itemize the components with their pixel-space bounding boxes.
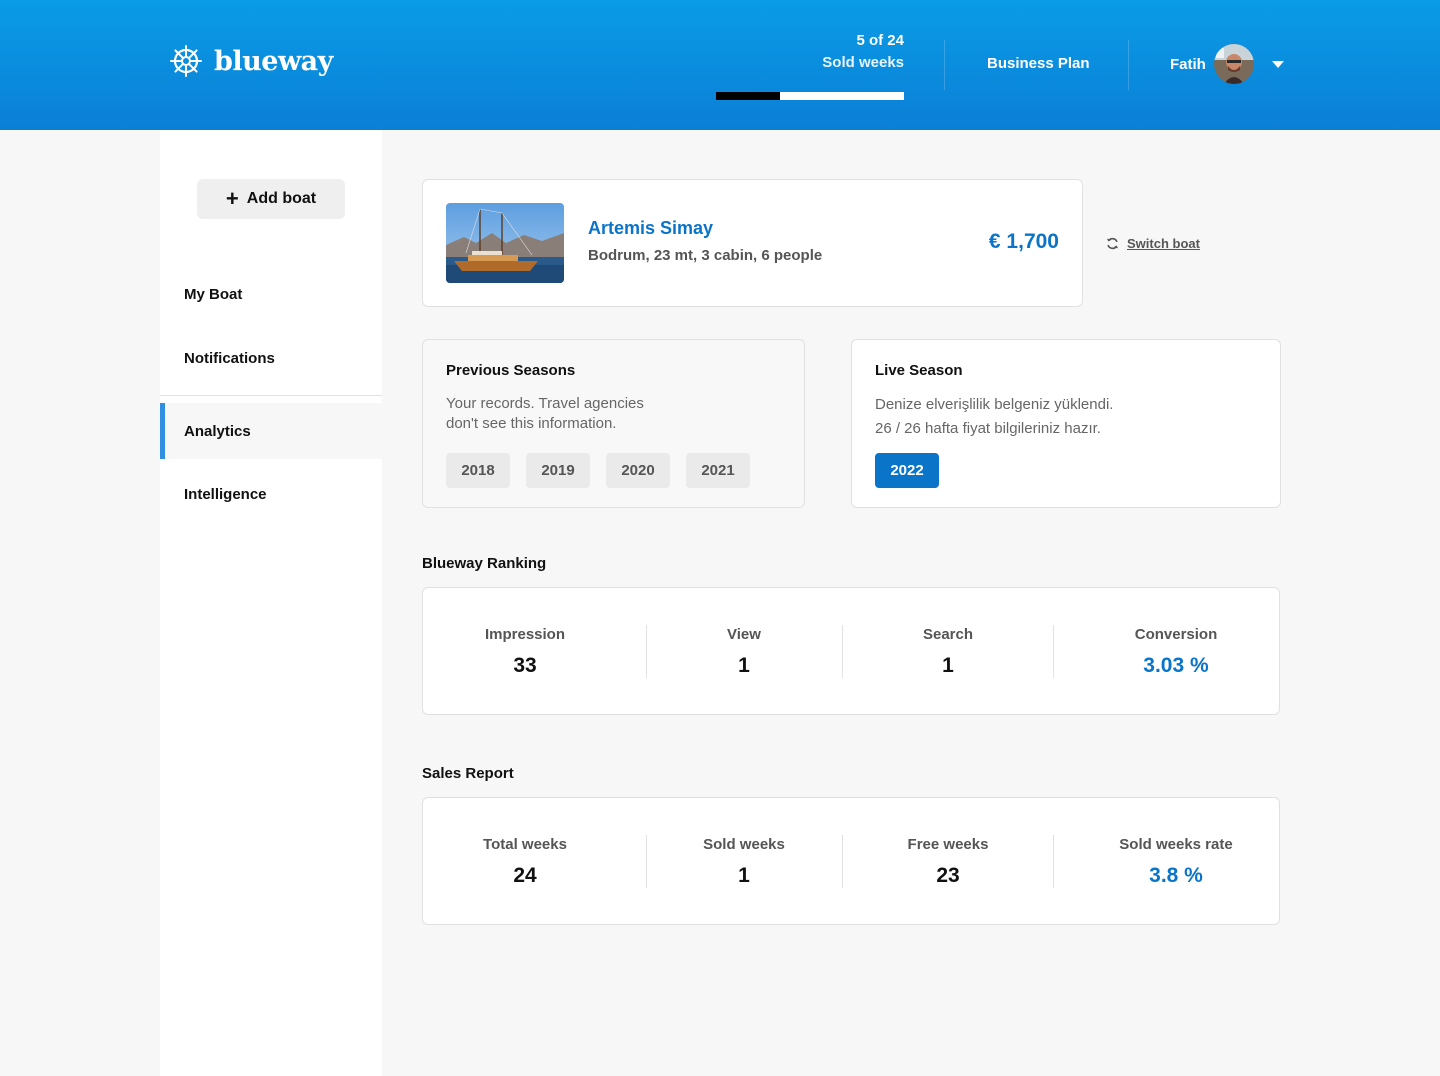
user-menu[interactable]: Fatih: [1170, 44, 1284, 84]
chevron-down-icon[interactable]: [1271, 60, 1284, 68]
header-divider: [944, 40, 945, 90]
sold-weeks-count: 5 of 24: [856, 32, 904, 49]
sidebar-item-label: Notifications: [184, 349, 275, 367]
stat-label: Total weeks: [483, 836, 567, 853]
header-divider: [1128, 40, 1129, 90]
ship-wheel-icon: [170, 45, 202, 77]
stat-value: 33: [513, 654, 537, 677]
previous-seasons-text: Your records. Travel agencies don't see …: [446, 394, 644, 434]
stat-impression: Impression 33: [423, 588, 627, 716]
top-header: blueway 5 of 24 Sold weeks Business Plan…: [0, 0, 1440, 130]
year-button-2018[interactable]: 2018: [446, 453, 510, 488]
sidebar: + Add boat My Boat Notifications Analyti…: [160, 130, 382, 1076]
sales-report-title: Sales Report: [422, 765, 514, 782]
stat-label: Impression: [484, 626, 566, 643]
stat-value: 1: [738, 654, 750, 677]
boat-photo: [446, 203, 564, 283]
previous-seasons-line2: don't see this information.: [446, 415, 617, 432]
plus-icon: +: [225, 186, 239, 211]
stat-sold-weeks: Sold weeks 1: [647, 798, 841, 926]
year-button-2021[interactable]: 2021: [686, 453, 750, 488]
live-season-line2: 26 / 26 hafta fiyat bilgileriniz hazır.: [875, 420, 1101, 437]
stat-label: Conversion: [1134, 626, 1218, 643]
stat-label: Sold weeks rate: [1119, 836, 1233, 853]
stat-total-weeks: Total weeks 24: [423, 798, 627, 926]
sidebar-item-label: Intelligence: [184, 485, 267, 503]
stat-value: 3.03 %: [1143, 654, 1209, 677]
stat-divider: [1053, 625, 1054, 678]
previous-seasons-title: Previous Seasons: [446, 362, 576, 379]
stat-value: 1: [738, 864, 750, 887]
sidebar-divider: [160, 395, 382, 396]
boat-name[interactable]: Artemis Simay: [588, 218, 713, 239]
sidebar-item-analytics[interactable]: Analytics: [160, 403, 382, 459]
sidebar-item-label: Analytics: [184, 422, 251, 440]
logo-text: blueway: [214, 45, 333, 77]
switch-boat-link[interactable]: Switch boat: [1106, 236, 1200, 251]
stat-label: Search: [922, 626, 974, 643]
stat-sold-weeks-rate: Sold weeks rate 3.8 %: [1067, 798, 1285, 926]
stat-label: Free weeks: [907, 836, 989, 853]
add-boat-button[interactable]: + Add boat: [197, 179, 345, 219]
stat-divider: [1053, 835, 1054, 888]
ranking-title: Blueway Ranking: [422, 555, 547, 572]
add-boat-label: Add boat: [246, 190, 317, 207]
live-season-title: Live Season: [875, 362, 963, 379]
previous-seasons-years: 2018 2019 2020 2021: [446, 453, 750, 488]
live-season-text: Denize elverişlilik belgeniz yüklendi. 2…: [875, 393, 1113, 441]
stat-value: 24: [513, 864, 537, 887]
stat-view: View 1: [647, 588, 841, 716]
previous-seasons-line1: Your records. Travel agencies: [446, 395, 644, 412]
stat-free-weeks: Free weeks 23: [843, 798, 1053, 926]
boat-card: Artemis Simay Bodrum, 23 mt, 3 cabin, 6 …: [422, 179, 1083, 307]
sidebar-item-my-boat[interactable]: My Boat: [160, 266, 382, 322]
ranking-card: Impression 33 View 1 Search 1 Conversion…: [422, 587, 1280, 715]
stat-value: 23: [936, 864, 960, 887]
logo[interactable]: blueway: [170, 45, 333, 77]
stat-conversion: Conversion 3.03 %: [1067, 588, 1285, 716]
year-button-2022[interactable]: 2022: [875, 453, 939, 488]
live-season-line1: Denize elverişlilik belgeniz yüklendi.: [875, 396, 1114, 413]
refresh-icon: [1106, 237, 1119, 250]
stat-label: Sold weeks: [703, 836, 785, 853]
sales-report-card: Total weeks 24 Sold weeks 1 Free weeks 2…: [422, 797, 1280, 925]
sold-weeks-progress: [716, 92, 904, 100]
boat-price: € 1,700: [988, 230, 1059, 253]
sidebar-item-label: My Boat: [184, 285, 243, 303]
user-name: Fatih: [1170, 55, 1206, 73]
avatar[interactable]: [1213, 44, 1254, 84]
sold-weeks-label: Sold weeks: [822, 54, 904, 71]
boat-description: Bodrum, 23 mt, 3 cabin, 6 people: [588, 247, 823, 264]
sold-weeks-summary[interactable]: 5 of 24 Sold weeks: [716, 30, 904, 74]
live-season-card: Live Season Denize elverişlilik belgeniz…: [851, 339, 1281, 508]
stat-label: View: [727, 626, 761, 643]
business-plan-link[interactable]: Business Plan: [987, 55, 1090, 72]
sidebar-item-notifications[interactable]: Notifications: [160, 330, 382, 386]
sidebar-item-intelligence[interactable]: Intelligence: [160, 466, 382, 522]
stat-value: 3.8 %: [1149, 864, 1203, 887]
sold-weeks-progress-fill: [716, 92, 780, 100]
switch-boat-label: Switch boat: [1127, 236, 1200, 251]
stat-search: Search 1: [843, 588, 1053, 716]
previous-seasons-card: Previous Seasons Your records. Travel ag…: [422, 339, 805, 508]
year-button-2019[interactable]: 2019: [526, 453, 590, 488]
year-button-2020[interactable]: 2020: [606, 453, 670, 488]
stat-value: 1: [942, 654, 954, 677]
